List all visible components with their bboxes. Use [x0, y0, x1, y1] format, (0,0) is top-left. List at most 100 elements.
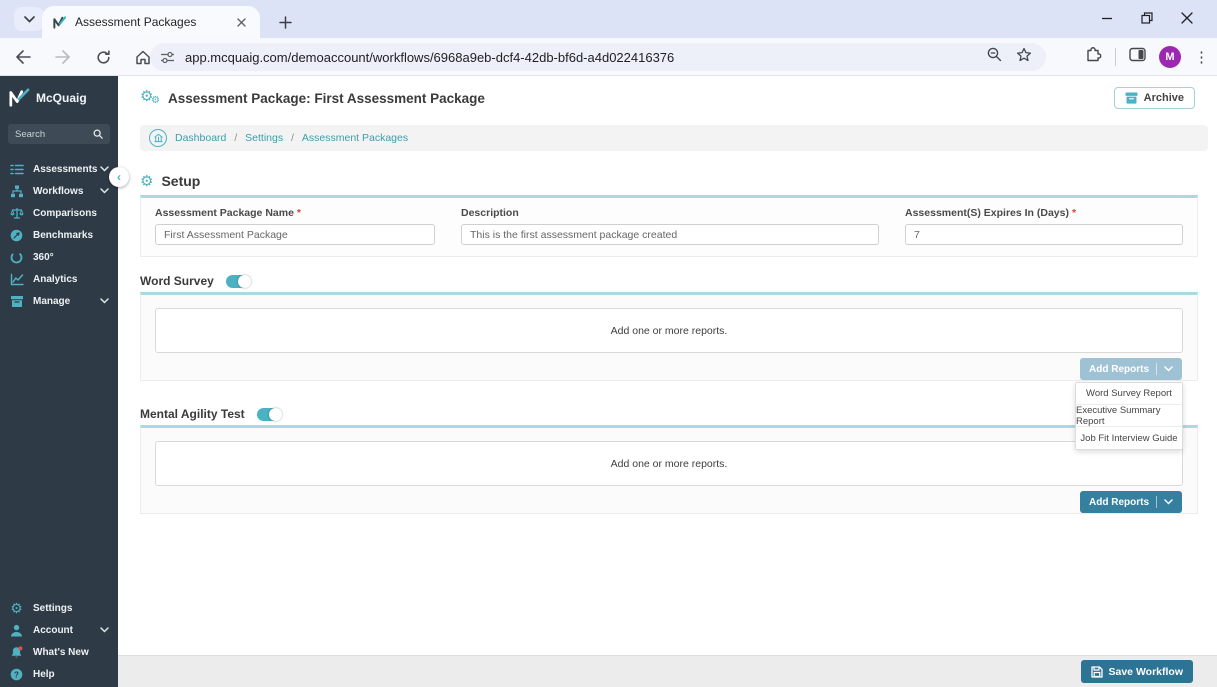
side-panel-icon[interactable]	[1129, 47, 1146, 67]
archive-button[interactable]: Archive	[1114, 87, 1195, 109]
reload-button[interactable]	[90, 44, 116, 70]
gear-icon: ⚙	[140, 174, 153, 189]
home-icon	[135, 50, 151, 65]
browser-profile-avatar[interactable]: M	[1159, 46, 1181, 68]
window-close-button[interactable]	[1167, 4, 1207, 32]
sidebar-item-help[interactable]: ? Help	[0, 663, 118, 685]
mental-agility-header: Mental Agility Test	[140, 407, 1198, 421]
brand-name: McQuaig	[36, 91, 87, 105]
mental-agility-toggle[interactable]	[257, 408, 281, 421]
sidebar-item-comparisons[interactable]: Comparisons	[0, 202, 118, 224]
checklist-icon	[9, 163, 24, 176]
bell-notification-icon	[9, 646, 24, 659]
sidebar-item-settings[interactable]: ⚙ Settings	[0, 597, 118, 619]
mental-agility-panel: Add one or more reports. Add Reports	[140, 425, 1198, 514]
bookmark-star-icon[interactable]	[1016, 47, 1032, 67]
word-survey-toggle[interactable]	[226, 275, 250, 288]
sidebar: McQuaig Assessments Workflows Comparison…	[0, 76, 118, 687]
archive-box-icon	[9, 295, 24, 308]
mcquaig-logo[interactable]: McQuaig	[0, 76, 118, 116]
save-icon	[1091, 666, 1103, 678]
breadcrumb-dashboard[interactable]: Dashboard	[175, 132, 226, 144]
field-label-description: Description	[461, 207, 879, 219]
person-icon	[9, 624, 24, 637]
menu-item-word-survey-report[interactable]: Word Survey Report	[1076, 383, 1182, 405]
description-input[interactable]	[461, 224, 879, 245]
field-label-expires: Assessment(S) Expires In (Days)*	[905, 207, 1183, 219]
tab-close-icon[interactable]	[232, 13, 250, 31]
sidebar-item-whats-new[interactable]: What's New	[0, 641, 118, 663]
gear-icon: ⚙	[9, 601, 24, 615]
mental-agility-title: Mental Agility Test	[140, 407, 245, 421]
zoom-out-icon[interactable]	[987, 47, 1002, 67]
sidebar-item-account[interactable]: Account	[0, 619, 118, 641]
sidebar-item-analytics[interactable]: Analytics	[0, 268, 118, 290]
sitemap-icon	[9, 185, 24, 198]
mcquaig-logo-icon	[8, 88, 30, 108]
field-label-package-name: Assessment Package Name*	[155, 207, 435, 219]
chevron-down-icon	[1164, 499, 1173, 505]
sidebar-collapse-button[interactable]: ‹	[109, 167, 129, 187]
plus-icon	[279, 16, 292, 29]
breadcrumb-assessment-packages[interactable]: Assessment Packages	[302, 132, 408, 144]
url-bar[interactable]: app.mcquaig.com/demoaccount/workflows/69…	[150, 43, 1046, 71]
chevron-down-icon	[100, 627, 109, 633]
word-survey-add-reports-button[interactable]: Add Reports	[1080, 358, 1182, 380]
add-reports-dropdown-menu: Word Survey Report Executive Summary Rep…	[1075, 382, 1183, 450]
window-restore-button[interactable]	[1127, 4, 1167, 32]
chevron-down-icon	[1164, 366, 1173, 372]
sidebar-item-benchmarks[interactable]: Benchmarks	[0, 224, 118, 246]
site-settings-icon	[160, 51, 175, 64]
chevron-down-icon	[100, 188, 109, 194]
balance-scale-icon	[9, 207, 24, 220]
chevron-down-icon	[100, 298, 109, 304]
archive-icon	[1125, 92, 1138, 104]
sidebar-item-assessments[interactable]: Assessments	[0, 158, 118, 180]
setup-heading: ⚙ Setup	[140, 173, 1198, 189]
breadcrumb-settings[interactable]: Settings	[245, 132, 283, 144]
word-survey-empty-box: Add one or more reports.	[155, 308, 1183, 353]
breadcrumb-home-icon[interactable]	[149, 129, 167, 147]
chevron-down-icon	[24, 16, 35, 23]
extensions-icon[interactable]	[1085, 46, 1102, 68]
sidebar-search[interactable]	[8, 124, 110, 144]
package-name-input[interactable]	[155, 224, 435, 245]
restore-icon	[1141, 12, 1153, 24]
circle-360-icon	[9, 251, 24, 264]
forward-button[interactable]	[50, 44, 76, 70]
back-arrow-icon	[15, 50, 31, 64]
mental-agility-empty-box: Add one or more reports.	[155, 441, 1183, 486]
sidebar-item-workflows[interactable]: Workflows	[0, 180, 118, 202]
sidebar-item-360[interactable]: 360°	[0, 246, 118, 268]
word-survey-header: Word Survey	[140, 274, 1198, 288]
word-survey-panel: Add one or more reports. Add Reports Wor…	[140, 292, 1198, 381]
search-icon	[93, 129, 103, 139]
gauge-icon	[9, 229, 24, 242]
tab-search-button[interactable]	[14, 7, 44, 31]
browser-tabstrip: Assessment Packages	[0, 0, 1217, 38]
browser-toolbar: app.mcquaig.com/demoaccount/workflows/69…	[0, 38, 1217, 76]
tab-title: Assessment Packages	[75, 15, 224, 29]
page-footer: Save Workflow	[118, 655, 1217, 687]
line-chart-icon	[9, 273, 24, 286]
menu-item-job-fit-interview-guide[interactable]: Job Fit Interview Guide	[1076, 427, 1182, 449]
browser-tab-active[interactable]: Assessment Packages	[42, 6, 260, 38]
browser-menu-icon[interactable]: ⋮	[1194, 48, 1209, 66]
mcquaig-favicon	[52, 15, 67, 30]
sidebar-item-manage[interactable]: Manage	[0, 290, 118, 312]
mental-agility-add-reports-button[interactable]: Add Reports	[1080, 491, 1182, 513]
expires-days-input[interactable]	[905, 224, 1183, 245]
back-button[interactable]	[10, 44, 36, 70]
search-input[interactable]	[15, 129, 93, 140]
workflow-gears-icon: ⚙⚙	[140, 88, 162, 108]
window-minimize-button[interactable]	[1087, 4, 1127, 32]
save-workflow-button[interactable]: Save Workflow	[1081, 660, 1194, 683]
breadcrumb: Dashboard / Settings / Assessment Packag…	[140, 125, 1208, 151]
setup-panel: Assessment Package Name* Description Ass…	[140, 195, 1198, 257]
page-title: Assessment Package: First Assessment Pac…	[168, 91, 485, 106]
svg-text:?: ?	[14, 670, 19, 679]
window-controls	[1087, 4, 1207, 32]
menu-item-executive-summary-report[interactable]: Executive Summary Report	[1076, 405, 1182, 427]
url-text[interactable]: app.mcquaig.com/demoaccount/workflows/69…	[185, 50, 987, 65]
new-tab-button[interactable]	[272, 9, 298, 35]
